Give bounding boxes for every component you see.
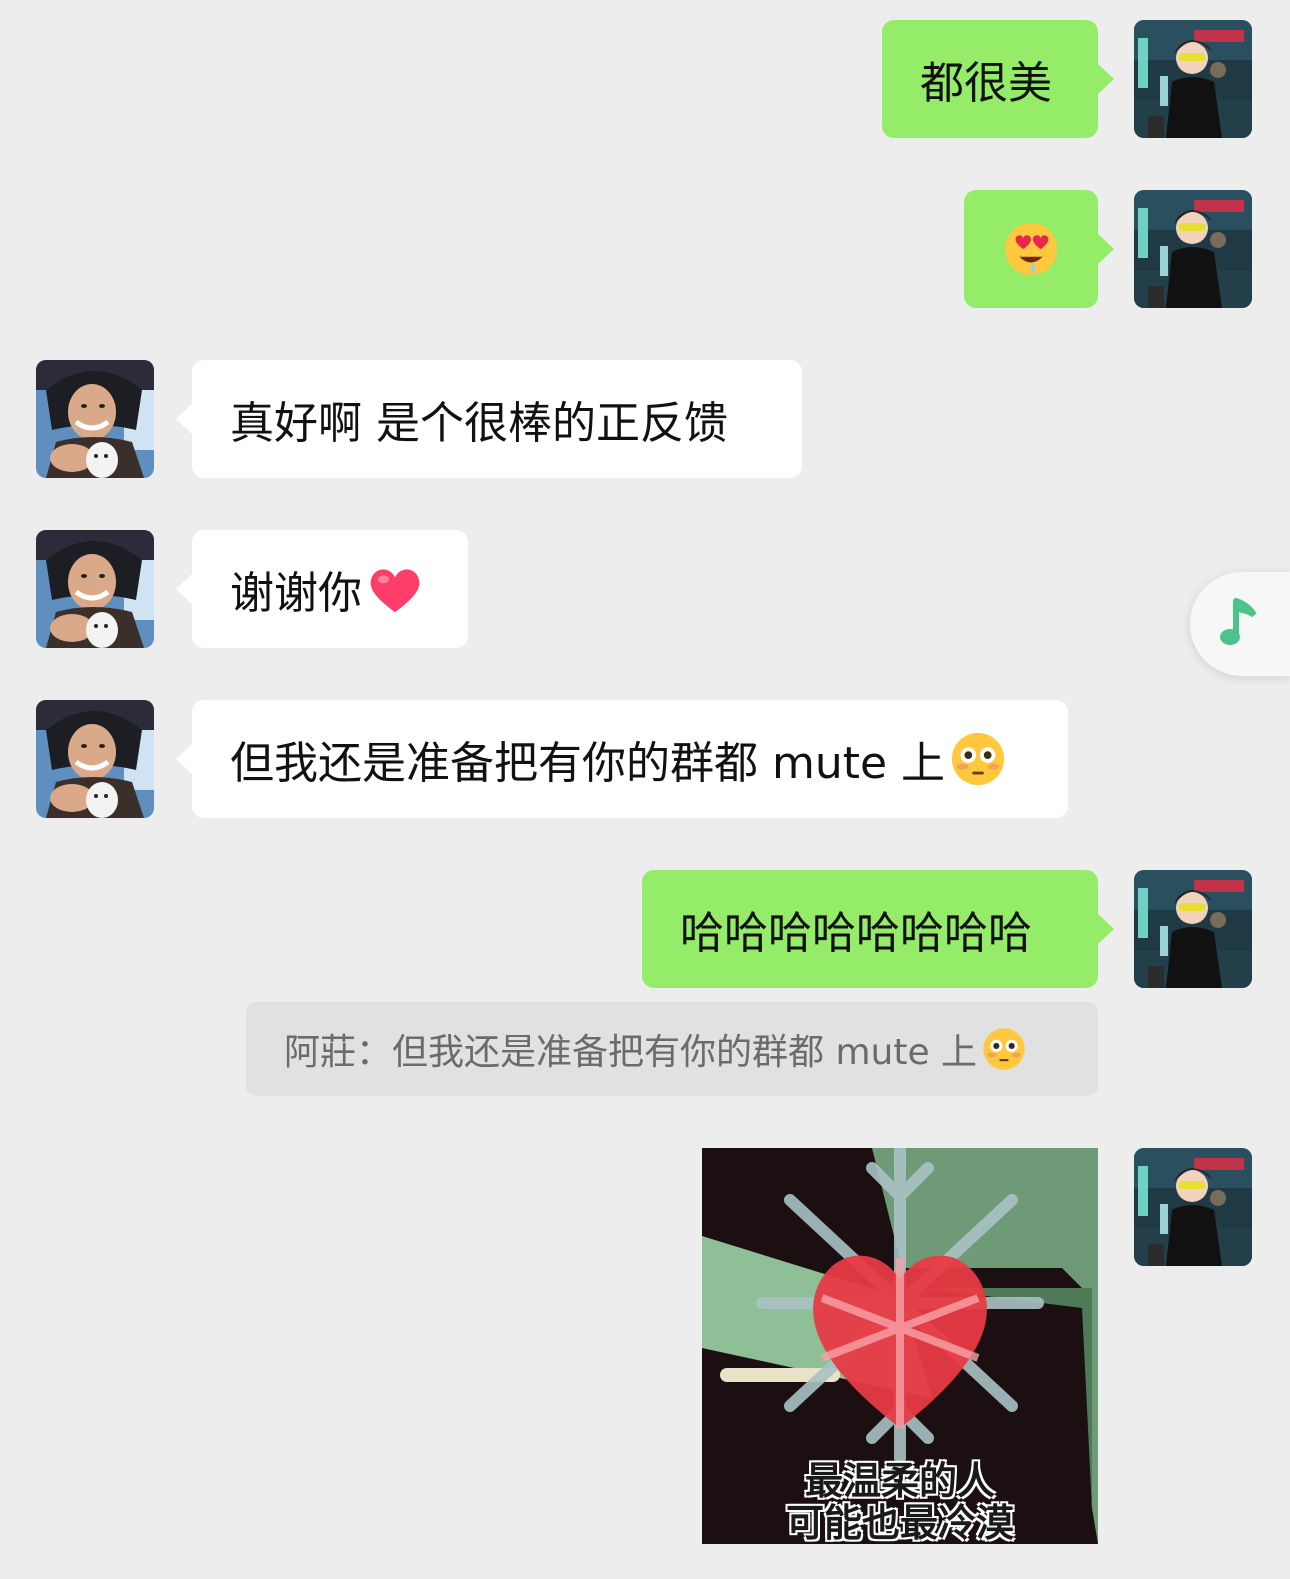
message-bubble-outgoing[interactable]: [964, 190, 1114, 308]
message-bubble-incoming[interactable]: 谢谢你: [176, 530, 468, 648]
bubble-tail: [176, 573, 193, 605]
music-note-icon: [1220, 598, 1257, 645]
flushed-face-emoji: [949, 730, 1007, 788]
red-heart-emoji: [366, 560, 424, 618]
sticker-caption-line1: 最温柔的人: [804, 1459, 995, 1503]
message-text: 但我还是准备把有你的群都 mute 上: [230, 738, 946, 789]
my-avatar[interactable]: [1134, 870, 1252, 988]
bubble-tail: [1097, 233, 1114, 265]
message-bubble-incoming[interactable]: 但我还是准备把有你的群都 mute 上: [176, 700, 1068, 818]
contact-avatar[interactable]: [36, 530, 154, 648]
message-text: 哈哈哈哈哈哈哈哈: [680, 908, 1032, 959]
bubble-tail: [1097, 913, 1114, 945]
flushed-face-emoji: [981, 1026, 1027, 1072]
sticker-caption-line2: 可能也最冷漠: [785, 1501, 1014, 1544]
message-text: 都很美: [920, 58, 1052, 109]
bubble-tail: [1097, 63, 1114, 95]
bubble-tail: [176, 743, 193, 775]
message-bubble-incoming[interactable]: 真好啊 是个很棒的正反馈: [176, 360, 802, 478]
message-text: 谢谢你: [230, 568, 362, 619]
floating-music-button[interactable]: [1190, 572, 1290, 676]
my-avatar[interactable]: [1134, 20, 1252, 138]
my-avatar[interactable]: [1134, 190, 1252, 308]
sticker-message[interactable]: 最温柔的人 可能也最冷漠: [702, 1148, 1098, 1544]
my-avatar[interactable]: [1134, 1148, 1252, 1266]
message-text: 真好啊 是个很棒的正反馈: [230, 398, 728, 449]
message-bubble-outgoing[interactable]: 都很美: [882, 20, 1114, 138]
bubble-tail: [176, 403, 193, 435]
contact-avatar[interactable]: [36, 700, 154, 818]
message-bubble-outgoing[interactable]: 哈哈哈哈哈哈哈哈: [642, 870, 1114, 988]
quoted-message[interactable]: 阿莊：但我还是准备把有你的群都 mute 上: [246, 1002, 1098, 1096]
heart-eyes-drool-emoji: [1002, 220, 1060, 278]
contact-avatar[interactable]: [36, 360, 154, 478]
quoted-text: 阿莊：但我还是准备把有你的群都 mute 上: [284, 1032, 978, 1073]
